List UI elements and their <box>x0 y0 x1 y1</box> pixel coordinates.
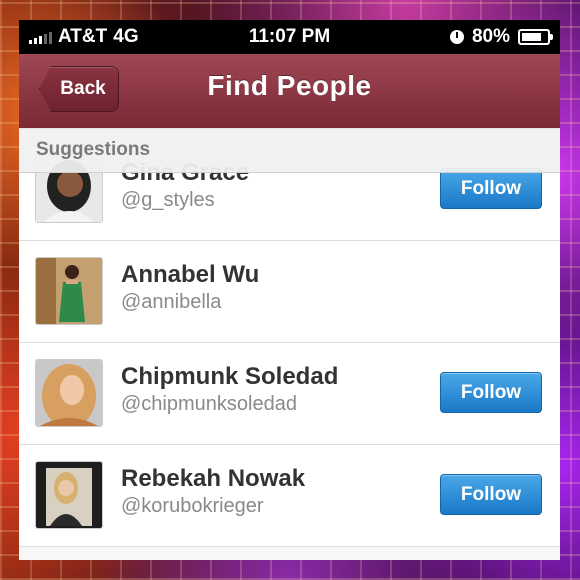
person-name[interactable]: Chipmunk Soledad <box>121 363 338 391</box>
page-title: Find People <box>207 70 372 101</box>
status-right: 80% <box>449 26 553 48</box>
avatar[interactable] <box>36 360 102 426</box>
navigation-bar: Back Find People <box>19 54 560 129</box>
person-handle: @g_styles <box>121 189 215 211</box>
battery-icon <box>518 29 553 45</box>
list-item[interactable]: Rebekah Nowak @korubokrieger Follow <box>19 445 560 547</box>
status-bar: AT&T 4G 11:07 PM 80% <box>19 20 560 54</box>
list-item[interactable]: Chipmunk Soledad @chipmunksoledad Follow <box>19 343 560 445</box>
person-handle: @korubokrieger <box>121 495 264 517</box>
battery-fill <box>522 33 541 41</box>
person-handle: @chipmunksoledad <box>121 393 297 415</box>
person-handle: @annibella <box>121 291 222 313</box>
follow-button[interactable]: Follow <box>440 372 542 413</box>
avatar[interactable] <box>36 258 102 324</box>
list-item[interactable]: Annabel Wu @annibella <box>19 241 560 343</box>
alarm-clock-icon <box>449 30 464 44</box>
battery-percent: 80% <box>471 26 510 47</box>
avatar[interactable] <box>36 462 102 528</box>
people-list: Gina Grace @g_styles Follow Annabel Wu @… <box>19 139 560 547</box>
section-header: Suggestions <box>19 128 560 173</box>
person-name[interactable]: Annabel Wu <box>121 261 259 289</box>
section-title: Suggestions <box>36 139 151 160</box>
person-name[interactable]: Rebekah Nowak <box>121 465 305 493</box>
phone-screen: AT&T 4G 11:07 PM 80% Back Find People Su… <box>19 20 560 560</box>
follow-button[interactable]: Follow <box>440 168 542 209</box>
follow-button[interactable]: Follow <box>440 474 542 515</box>
